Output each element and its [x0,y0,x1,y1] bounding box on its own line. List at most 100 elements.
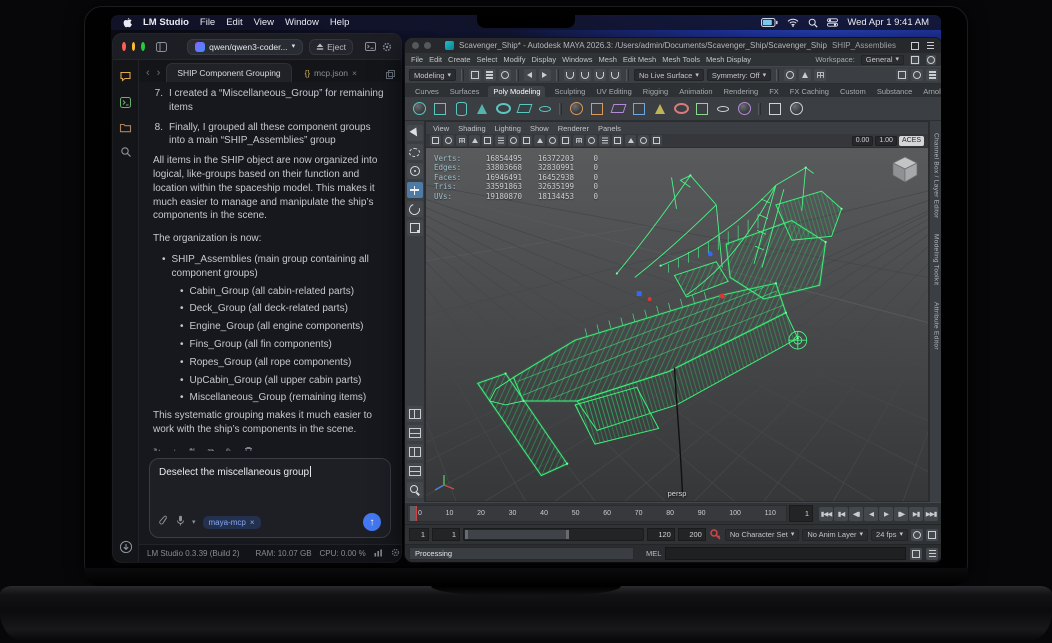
panel-menu-shading[interactable]: Shading [458,124,486,133]
menubar-item-window[interactable]: Window [285,17,319,28]
wifi-icon[interactable] [787,18,799,27]
current-frame-field[interactable]: 1 [789,505,813,522]
construction-history-icon[interactable] [784,69,797,81]
poly-cylinder-icon[interactable] [452,100,470,118]
poly-gear-icon[interactable] [714,100,732,118]
character-set-dropdown[interactable]: No Character Set ▾ [724,528,800,541]
poly-pipe-icon[interactable] [672,100,690,118]
anti-aliasing-icon[interactable] [638,135,649,146]
step-forward-frame-button[interactable]: ▮▶ [894,506,908,521]
two-pane-layout-icon[interactable] [406,425,423,441]
menubar-app-name[interactable]: LM Studio [143,17,189,28]
snap-to-grid-icon[interactable] [563,69,576,81]
menubar-item-help[interactable]: Help [330,17,350,28]
maya-menu-mesh-tools[interactable]: Mesh Tools [662,55,700,64]
panel-menu-view[interactable]: View [433,124,449,133]
app-version[interactable]: LM Studio 0.3.39 (Build 2) [147,549,240,558]
workspace-dropdown[interactable]: General ▾ [860,54,904,65]
shelf-tab-custom[interactable]: Custom [838,86,868,97]
play-forwards-button[interactable]: ▶ [879,506,893,521]
use-all-lights-icon[interactable] [586,135,597,146]
boolean-difference-icon[interactable] [787,100,805,118]
apple-menu-icon[interactable] [123,17,132,28]
shelf-tab-curves[interactable]: Curves [413,86,441,97]
shelf-tab-arnold[interactable]: Arnold [921,86,941,97]
poly-cube-icon[interactable] [431,100,449,118]
wireframe-icon[interactable] [547,135,558,146]
symmetry-dropdown[interactable]: Symmetry: Off ▾ [706,69,772,81]
move-tool-icon[interactable] [406,182,423,198]
select-camera-icon[interactable] [430,135,441,146]
textured-mode-icon[interactable] [573,135,584,146]
menu-list-icon[interactable] [925,41,935,51]
rotate-tool-icon[interactable] [406,201,423,217]
paint-select-tool-icon[interactable] [406,163,423,179]
anim-layer-dropdown[interactable]: No Anim Layer ▾ [802,528,869,541]
nav-forward-icon[interactable]: › [156,68,162,82]
tab-channel-box[interactable]: Channel Box / Layer Editor [933,133,940,218]
discover-search-icon[interactable] [120,146,132,158]
film-gate-icon[interactable] [469,135,480,146]
script-language-label[interactable]: MEL [646,549,661,558]
snap-to-curve-icon[interactable] [578,69,591,81]
mic-options-chevron-icon[interactable]: ▾ [192,519,196,526]
sidebar-toggle-icon[interactable] [156,41,168,52]
playback-end-field[interactable]: 120 [646,528,675,541]
step-forward-key-button[interactable]: ▶▮ [909,506,923,521]
tab-mcp-json[interactable]: {} mcp.json × [297,64,365,82]
spotlight-search-icon[interactable] [808,18,818,28]
shelf-tab-surfaces[interactable]: Surfaces [448,86,482,97]
save-scene-icon[interactable] [498,69,511,81]
resolution-gate-icon[interactable] [482,135,493,146]
shelf-tab-fx-caching[interactable]: FX Caching [788,86,831,97]
play-backwards-button[interactable]: ◀ [864,506,878,521]
nav-back-icon[interactable]: ‹ [145,68,151,82]
xray-toggle-icon[interactable] [651,135,662,146]
maya-menu-mesh[interactable]: Mesh [599,55,617,64]
expand-panel-icon[interactable] [386,70,395,82]
help-line-icon[interactable] [926,547,938,560]
undo-icon[interactable] [523,69,536,81]
script-editor-icon[interactable] [910,547,922,560]
menubar-item-view[interactable]: View [254,17,274,28]
motion-blur-icon[interactable] [625,135,636,146]
shadows-toggle-icon[interactable] [599,135,610,146]
shelf-tab-rendering[interactable]: Rendering [722,86,761,97]
open-scene-icon[interactable] [483,69,496,81]
minimize-window-button[interactable] [424,42,431,49]
workspace-reset-icon[interactable] [926,54,936,65]
attachment-icon[interactable] [159,513,169,531]
grid-toggle-icon[interactable] [456,135,467,146]
range-slider-handle[interactable] [465,530,569,539]
tab-attribute-editor[interactable]: Attribute Editor [933,302,940,350]
menubar-item-file[interactable]: File [200,17,215,28]
panel-menu-renderer[interactable]: Renderer [558,124,589,133]
boolean-union-icon[interactable] [766,100,784,118]
settings-gear-icon[interactable] [391,548,400,559]
panel-menu-lighting[interactable]: Lighting [495,124,521,133]
single-pane-layout-icon[interactable] [406,406,423,422]
maya-menu-display[interactable]: Display [532,55,557,64]
viewport[interactable]: View Shading Lighting Show Renderer Pane… [425,121,929,502]
view-transform-badge[interactable]: ACES [898,135,924,146]
poly-disc-icon[interactable] [536,100,554,118]
command-line-input[interactable] [665,547,906,560]
eject-model-button[interactable]: Eject [309,38,353,55]
animation-preferences-icon[interactable] [926,528,938,541]
poly-type-icon[interactable] [609,100,627,118]
chat-nav-icon[interactable] [119,70,132,83]
minimize-window-button[interactable] [131,42,136,51]
scale-tool-icon[interactable] [406,220,423,236]
close-window-button[interactable] [122,42,126,51]
sweep-mesh-icon[interactable] [630,100,648,118]
shelf-tab-animation[interactable]: Animation [677,86,714,97]
range-slider[interactable] [463,528,644,541]
poly-pyramid-icon[interactable] [651,100,669,118]
snap-to-point-icon[interactable] [593,69,606,81]
maya-menu-file[interactable]: File [411,55,423,64]
poly-helix-icon[interactable] [693,100,711,118]
go-to-start-button[interactable]: ▮◀◀ [819,506,833,521]
new-scene-icon[interactable] [468,69,481,81]
select-tool-icon[interactable] [406,125,423,141]
safe-title-icon[interactable] [534,135,545,146]
